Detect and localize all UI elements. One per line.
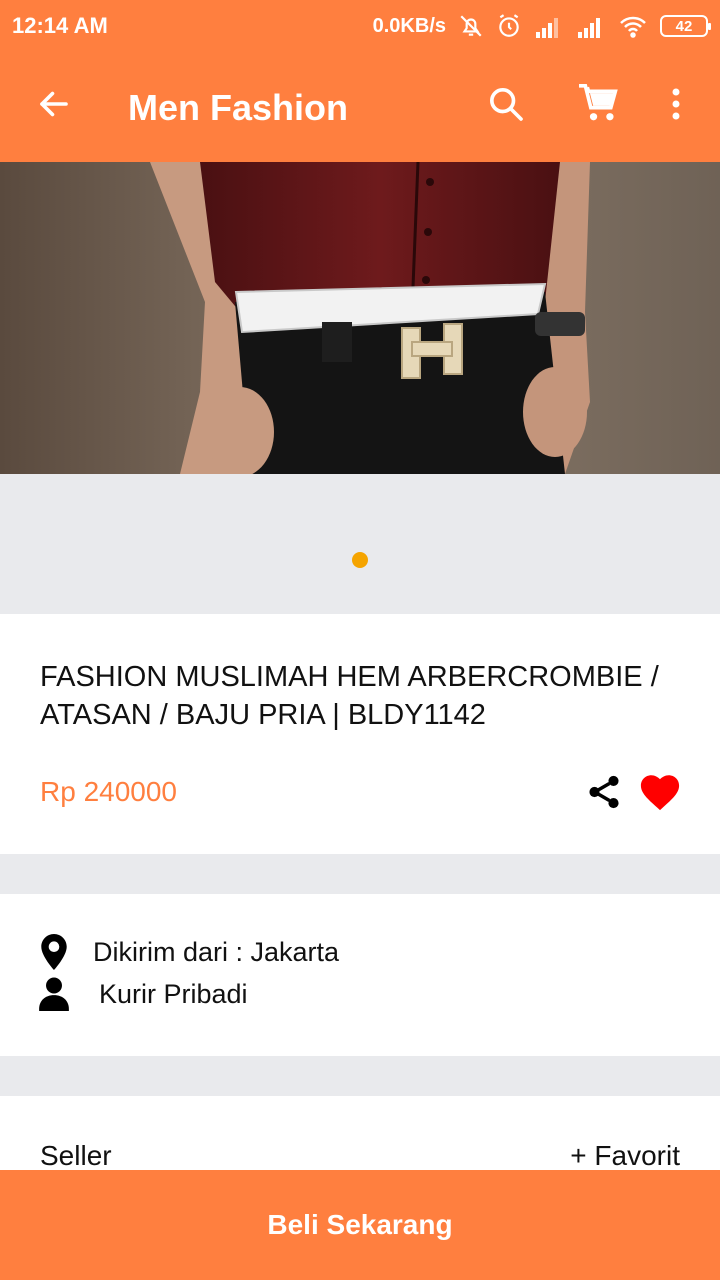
signal-icon bbox=[534, 14, 564, 38]
more-vert-icon bbox=[670, 86, 682, 127]
courier-name: Kurir Pribadi bbox=[99, 978, 248, 1009]
cart-button[interactable] bbox=[574, 82, 624, 130]
product-image[interactable] bbox=[0, 162, 720, 474]
courier-row: Kurir Pribadi bbox=[38, 976, 248, 1012]
status-bar: 12:14 AM 0.0KB/s 42 bbox=[0, 0, 720, 52]
share-button[interactable] bbox=[582, 772, 626, 816]
network-speed: 0.0KB/s bbox=[372, 14, 446, 37]
more-options-button[interactable] bbox=[656, 82, 696, 130]
product-name: FASHION MUSLIMAH HEM ARBERCROMBIE / ATAS… bbox=[40, 661, 659, 731]
product-price: Rp 240000 bbox=[40, 776, 178, 807]
favorite-seller-button[interactable]: + Favorit bbox=[570, 1140, 680, 1172]
back-arrow-icon bbox=[36, 86, 72, 127]
alarm-icon bbox=[496, 13, 522, 39]
carousel-dot-active[interactable] bbox=[352, 552, 368, 568]
favorite-button[interactable] bbox=[636, 770, 684, 818]
app-bar: Men Fashion bbox=[0, 52, 720, 162]
shipping-info-card: Dikirim dari : Jakarta Kurir Pribadi bbox=[0, 894, 720, 1056]
shipping-origin: Dikirim dari : Jakarta bbox=[93, 936, 340, 967]
product-info-card: FASHION MUSLIMAH HEM ARBERCROMBIE / ATAS… bbox=[0, 614, 720, 854]
buy-now-button[interactable]: Beli Sekarang bbox=[0, 1170, 720, 1280]
page-title: Men Fashion bbox=[128, 87, 349, 128]
battery-icon: 42 bbox=[660, 15, 711, 37]
search-icon bbox=[486, 84, 526, 129]
share-icon bbox=[585, 773, 623, 816]
wifi-icon bbox=[618, 14, 648, 38]
cart-icon bbox=[577, 83, 621, 129]
product-photo bbox=[0, 162, 720, 474]
signal-icon bbox=[576, 14, 606, 38]
status-icons: 0.0KB/s 42 bbox=[372, 12, 711, 40]
status-time: 12:14 AM bbox=[12, 13, 108, 38]
heart-icon bbox=[638, 772, 682, 817]
location-pin-icon bbox=[38, 934, 70, 970]
carousel-indicator-area bbox=[0, 474, 720, 614]
search-button[interactable] bbox=[482, 82, 530, 130]
shipping-origin-row: Dikirim dari : Jakarta bbox=[38, 934, 339, 970]
seller-label: Seller bbox=[40, 1140, 112, 1171]
mute-notification-icon bbox=[458, 13, 484, 39]
back-button[interactable] bbox=[30, 82, 78, 130]
person-icon bbox=[38, 976, 70, 1012]
